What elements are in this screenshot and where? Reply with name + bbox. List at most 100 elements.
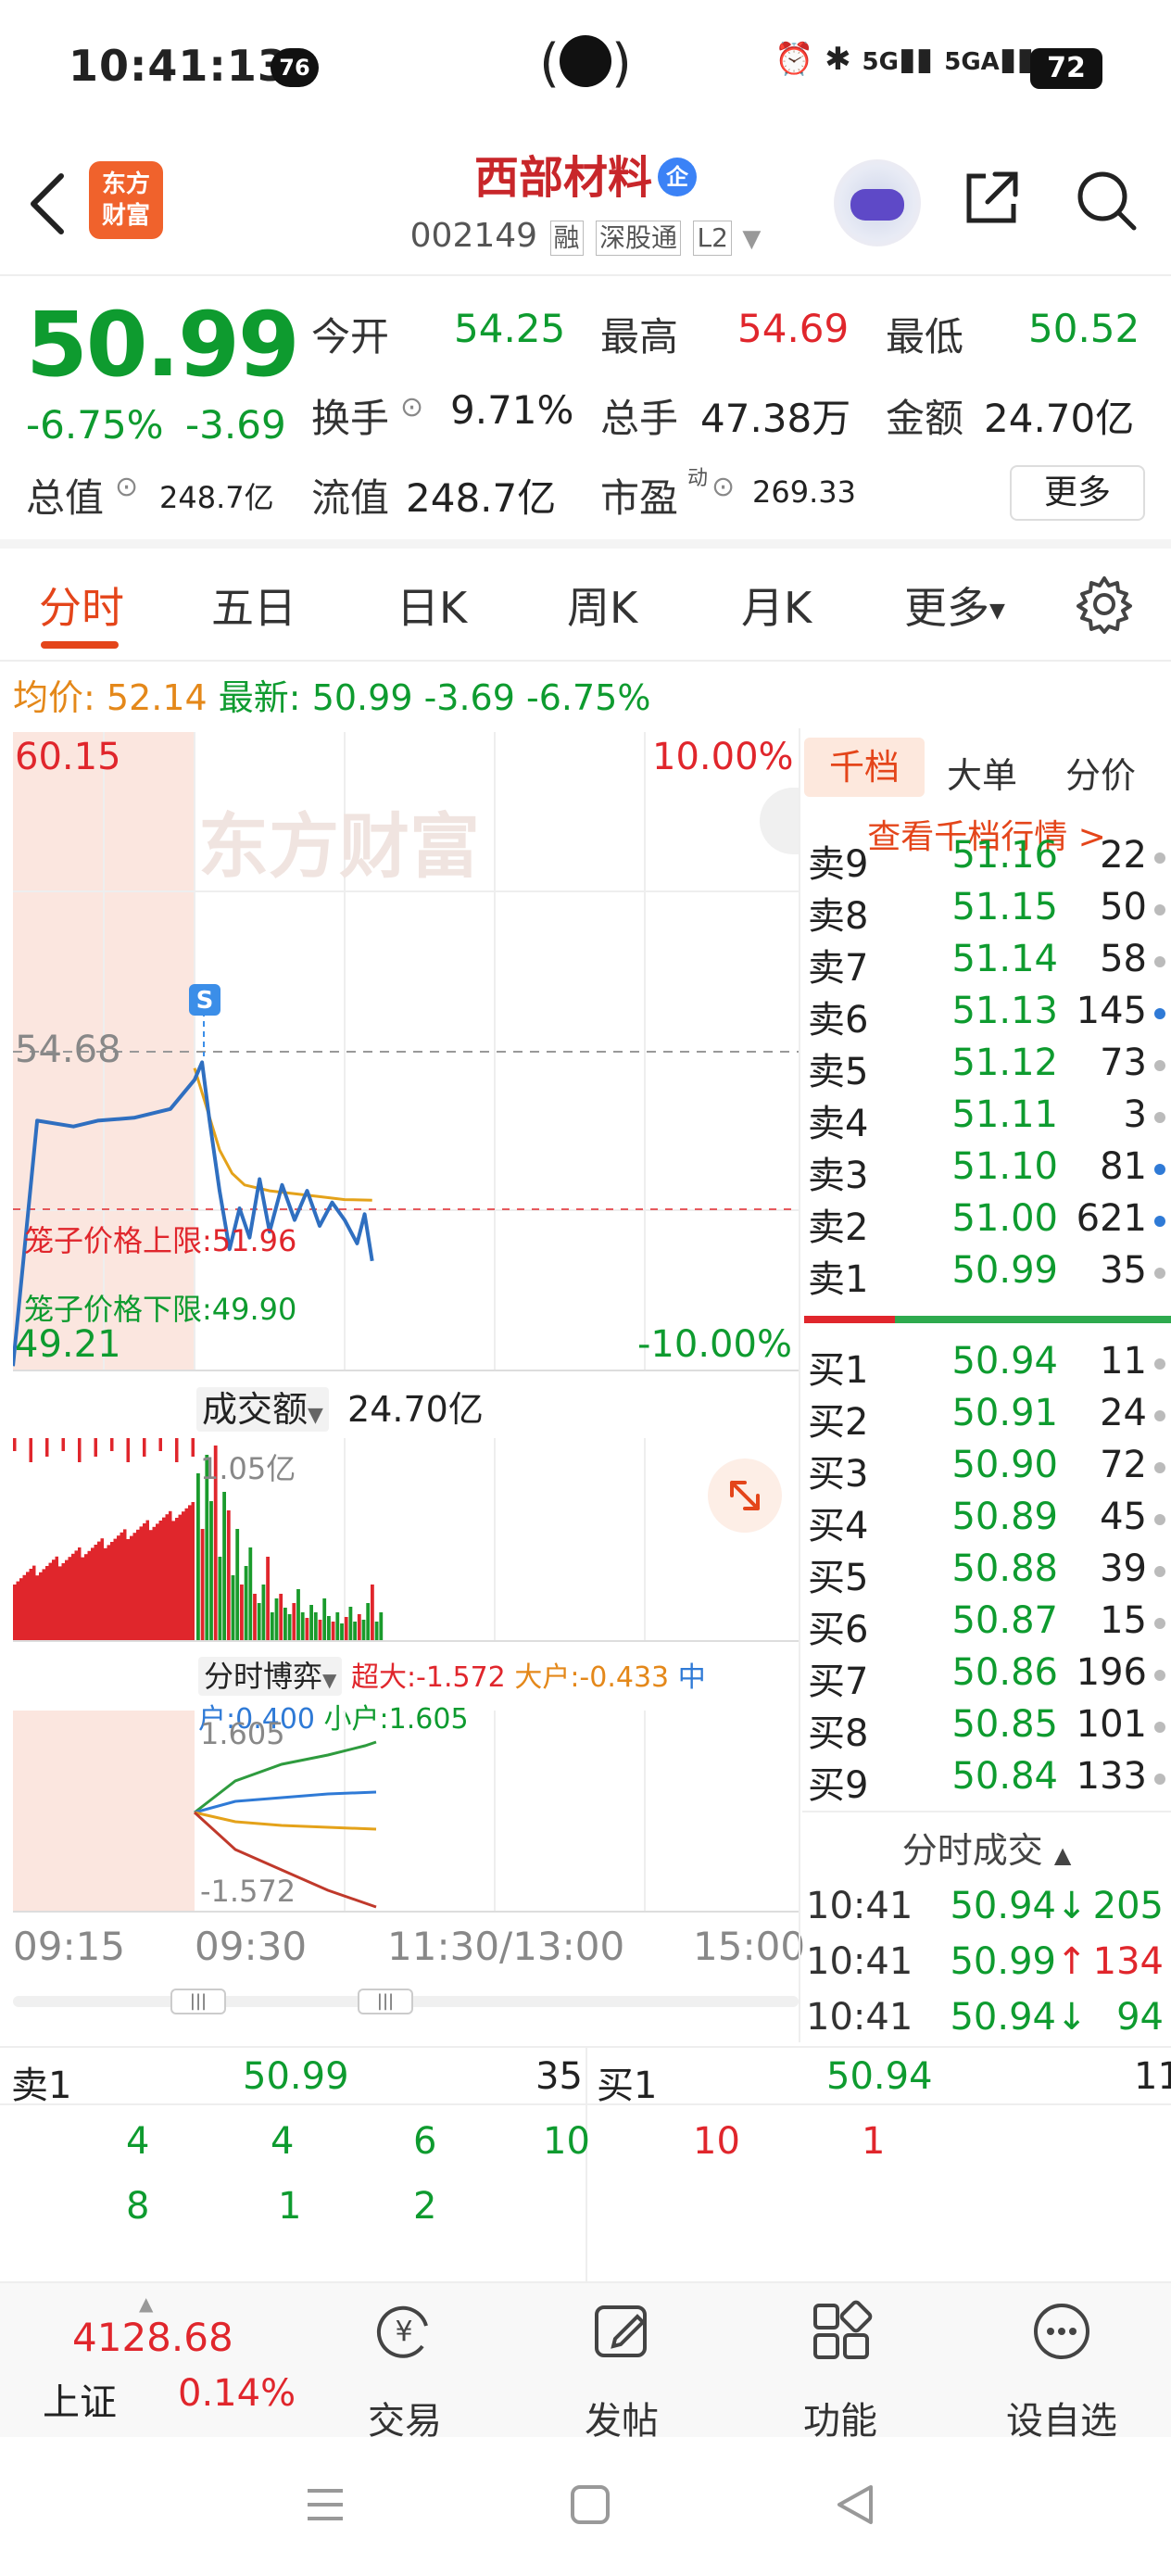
menu-icon[interactable]: [304, 2483, 346, 2526]
volume-bar: [26, 1572, 30, 1640]
index-value[interactable]: 4128.68: [72, 2315, 233, 2360]
gear-icon[interactable]: [1075, 575, 1134, 634]
bid-row[interactable]: 买9 50.84 133: [808, 1755, 1167, 1807]
tab-big-orders[interactable]: 大单: [947, 747, 1017, 798]
tick-volume: 205: [1092, 1885, 1164, 1927]
pe-superscript: 动: [687, 467, 709, 490]
volume-bar: [169, 1510, 172, 1640]
slider-left-handle[interactable]: |||: [170, 1989, 226, 2014]
expand-icon[interactable]: [708, 1458, 782, 1533]
volume-chart-title[interactable]: 成交额▼ 24.70亿: [196, 1381, 484, 1432]
bid-row[interactable]: 买6 50.87 15: [808, 1599, 1167, 1651]
post-icon[interactable]: [589, 2298, 656, 2365]
volume-bar: [191, 1502, 195, 1640]
tab-more[interactable]: 更多▼: [904, 575, 1005, 636]
tab-price-dist[interactable]: 分价: [1065, 747, 1136, 798]
status-icons: ⏰ ✱ 5G▮▮ 5GA▮▮: [774, 41, 1035, 78]
bid-volume: 11: [1100, 1340, 1147, 1383]
bid-level-label: 买2: [808, 1401, 869, 1444]
tick-trades-title[interactable]: 分时成交 ▲: [802, 1822, 1171, 1873]
buy-queue-item: 1: [862, 2120, 886, 2163]
ask-row[interactable]: 卖8 51.15 50: [808, 886, 1167, 938]
bid-row[interactable]: 买8 50.85 101: [808, 1703, 1167, 1755]
slider-right-handle[interactable]: |||: [358, 1989, 413, 2014]
ask-row[interactable]: 卖3 51.10 81: [808, 1145, 1167, 1197]
volume-bar: [94, 1545, 97, 1640]
ask-price: 51.13: [951, 990, 1058, 1032]
volume-bar: [29, 1569, 32, 1640]
volume-bar: [318, 1620, 322, 1640]
volume-bar: [296, 1589, 300, 1640]
tab-monthly-k[interactable]: 月K: [741, 575, 812, 636]
volume-bar: [165, 1514, 169, 1640]
flow-large-line: [194, 1811, 377, 1831]
tab-weekly-k[interactable]: 周K: [567, 575, 637, 636]
tag-margin: 融: [549, 221, 584, 256]
ask-level-label: 卖6: [808, 999, 869, 1042]
ask-level-label: 卖1: [808, 1258, 869, 1301]
ask-row[interactable]: 卖6 51.13 145: [808, 990, 1167, 1042]
bid-row[interactable]: 买2 50.91 24: [808, 1392, 1167, 1444]
index-pct[interactable]: 0.14%: [178, 2372, 296, 2415]
ask-row[interactable]: 卖9 51.16 22: [808, 834, 1167, 886]
trade-icon[interactable]: ¥: [371, 2298, 437, 2365]
volume-bar: [42, 1569, 45, 1640]
search-icon[interactable]: [1073, 167, 1140, 234]
sell1-price: 50.99: [243, 2055, 349, 2098]
bid-level-label: 买8: [808, 1712, 869, 1755]
volume-bar: [143, 1438, 146, 1457]
ask-volume: 22: [1100, 834, 1147, 877]
index-name[interactable]: 上证: [43, 2372, 117, 2426]
volume-bar: [13, 1585, 17, 1640]
time-range-slider[interactable]: ||| |||: [13, 1989, 799, 2014]
ask-row[interactable]: 卖5 51.12 73: [808, 1042, 1167, 1093]
ask-price: 50.99: [951, 1249, 1058, 1292]
ask-row[interactable]: 卖4 51.11 3: [808, 1093, 1167, 1145]
current-price: 50.99: [26, 293, 300, 397]
watchlist-icon[interactable]: [1028, 2298, 1095, 2365]
intraday-price-chart[interactable]: 东方财富 S: [13, 732, 799, 1371]
volume-bar: [300, 1612, 305, 1640]
ask-row[interactable]: 卖2 51.00 621: [808, 1197, 1167, 1249]
ask-row[interactable]: 卖1 50.99 35: [808, 1249, 1167, 1301]
share-icon[interactable]: [958, 165, 1025, 232]
ask-volume: 621: [1076, 1197, 1147, 1240]
bid-row[interactable]: 买4 50.89 45: [808, 1496, 1167, 1547]
functions-icon[interactable]: [808, 2298, 875, 2365]
volume-bar: [29, 1438, 32, 1462]
bid-row[interactable]: 买1 50.94 11: [808, 1340, 1167, 1392]
tab-intraday[interactable]: 分时: [39, 575, 124, 636]
tab-daily-k[interactable]: 日K: [397, 575, 467, 636]
volume-bar: [22, 1574, 26, 1640]
order-dot-icon: [1154, 1670, 1165, 1681]
home-icon[interactable]: [569, 2483, 611, 2526]
volume-bar: [149, 1530, 153, 1640]
info-icon[interactable]: ⊙: [400, 391, 423, 423]
volume-bar: [266, 1557, 270, 1640]
volume-bar: [270, 1612, 274, 1640]
tick-time: 10:41: [806, 1940, 913, 1983]
more-quote-button[interactable]: 更多: [1010, 465, 1145, 521]
bid-row[interactable]: 买5 50.88 39: [808, 1547, 1167, 1599]
bid-row[interactable]: 买3 50.90 72: [808, 1444, 1167, 1496]
bid-volume: 24: [1100, 1392, 1147, 1434]
tab-full-depth[interactable]: 千档: [804, 738, 925, 797]
info-icon[interactable]: ⊙: [115, 471, 138, 503]
order-dot-icon: [1154, 1216, 1165, 1227]
info-icon[interactable]: ⊙: [711, 471, 735, 503]
ai-assistant-icon[interactable]: [834, 159, 921, 246]
sell-queue-item: 8: [126, 2185, 150, 2228]
tab-five-day[interactable]: 五日: [211, 575, 296, 636]
ask-row[interactable]: 卖7 51.14 58: [808, 938, 1167, 990]
bid-row[interactable]: 买7 50.86 196: [808, 1651, 1167, 1703]
tick-row: 10:41 50.94 ↓ 205: [806, 1885, 1169, 1940]
volume-bar: [156, 1523, 159, 1640]
back-nav-icon[interactable]: [834, 2481, 876, 2528]
volume-value: 47.38万: [700, 396, 851, 441]
flow-large: 大户:-0.433: [514, 1661, 670, 1694]
float-value: 248.7亿: [406, 475, 557, 521]
order-dot-icon: [1154, 904, 1165, 915]
volume-bar: [244, 1566, 248, 1640]
volume-total: 24.70亿: [347, 1389, 484, 1430]
order-dot-icon: [1154, 1462, 1165, 1473]
